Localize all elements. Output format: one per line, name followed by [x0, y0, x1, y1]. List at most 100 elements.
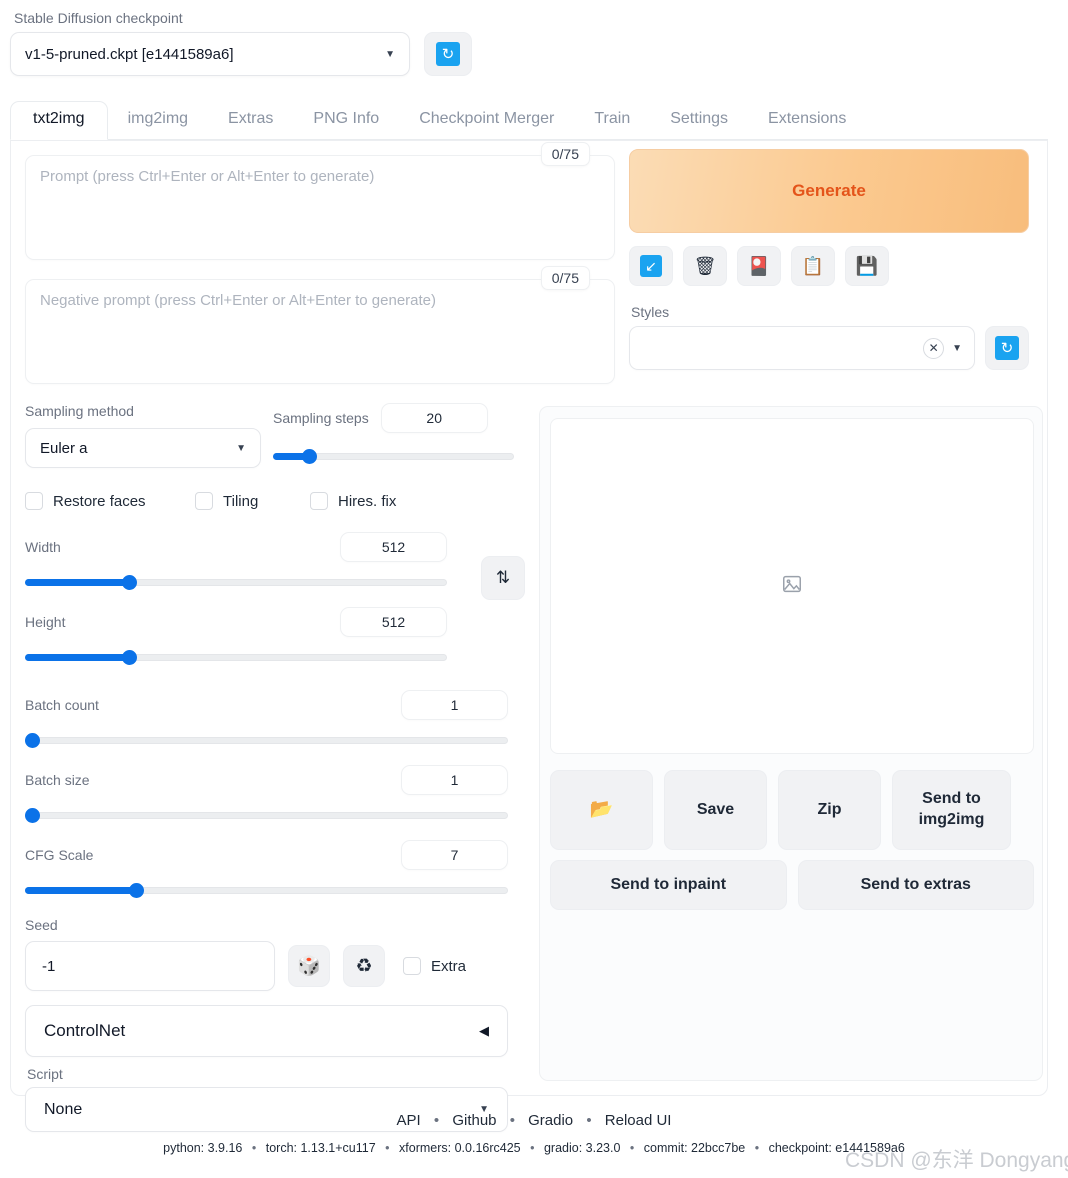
tiling-checkbox-item[interactable]: Tiling: [195, 492, 310, 510]
cfg-scale-slider[interactable]: [25, 883, 508, 898]
slider-knob[interactable]: [25, 808, 40, 823]
separator-dot: •: [251, 1141, 257, 1155]
height-label: Height: [25, 614, 66, 630]
batch-count-slider[interactable]: [25, 733, 508, 748]
create-style-button[interactable]: 💾: [845, 246, 889, 286]
checkpoint-select[interactable]: v1-5-pruned.ckpt [e1441589a6] ▼: [10, 32, 410, 76]
tab-checkpoint-merger[interactable]: Checkpoint Merger: [399, 102, 574, 139]
slider-knob[interactable]: [122, 650, 138, 665]
chevron-down-icon: ▼: [385, 48, 395, 60]
close-icon[interactable]: ✕: [923, 337, 945, 359]
checkbox-icon[interactable]: [310, 492, 328, 510]
cfg-scale-value[interactable]: 7: [401, 840, 508, 870]
sampling-method-select[interactable]: Euler a ▼: [25, 428, 261, 468]
apply-style-button[interactable]: 📋: [791, 246, 835, 286]
sampling-method-label: Sampling method: [25, 403, 134, 419]
floppy-save-icon: 💾: [855, 255, 879, 276]
generate-button[interactable]: Generate: [629, 149, 1029, 233]
footer-versions: python: 3.9.16 • torch: 1.13.1+cu117 • x…: [0, 1141, 1068, 1155]
hires-fix-label: Hires. fix: [338, 492, 397, 510]
sampling-steps-label: Sampling steps: [273, 410, 369, 426]
prompt-textarea[interactable]: 0/75 Prompt (press Ctrl+Enter or Alt+Ent…: [25, 142, 615, 260]
result-buttons-row2: Send to inpaint Send to extras: [550, 860, 1034, 910]
restore-faces-checkbox-item[interactable]: Restore faces: [25, 492, 195, 510]
tab-train[interactable]: Train: [574, 102, 650, 139]
refresh-icon: ↻: [995, 336, 1019, 360]
tab-png-info[interactable]: PNG Info: [293, 102, 399, 139]
controlnet-accordion[interactable]: ControlNet ◀: [25, 1005, 508, 1057]
width-label: Width: [25, 539, 61, 555]
prompt-tool-buttons: ↙ 🗑 🎴 📋 💾: [629, 246, 1035, 286]
separator-dot: •: [433, 1112, 440, 1129]
open-folder-button[interactable]: 📂: [550, 770, 653, 850]
refresh-styles-button[interactable]: ↻: [985, 326, 1029, 370]
slider-fill: [25, 579, 131, 586]
checkpoint-section: Stable Diffusion checkpoint v1-5-pruned.…: [10, 10, 530, 76]
commit-hash: commit: 22bcc7be: [643, 1141, 746, 1155]
gradio-link[interactable]: Gradio: [528, 1112, 573, 1129]
swap-width-height-button[interactable]: ⇅: [481, 556, 525, 600]
zip-button[interactable]: Zip: [778, 770, 881, 850]
dice-icon: 🎲: [297, 956, 321, 977]
extra-checkbox-item[interactable]: Extra: [403, 957, 466, 975]
github-link[interactable]: Github: [452, 1112, 496, 1129]
checkbox-icon[interactable]: [25, 492, 43, 510]
art-card-icon: 🎴: [747, 255, 771, 276]
tab-img2img[interactable]: img2img: [108, 102, 208, 139]
refresh-checkpoints-button[interactable]: ↻: [424, 32, 472, 76]
batch-size-label: Batch size: [25, 772, 90, 788]
gradio-version: gradio: 3.23.0: [543, 1141, 621, 1155]
seed-row: -1 🎲 ♻ Extra: [25, 941, 525, 991]
image-gallery[interactable]: [550, 418, 1034, 754]
checkbox-icon[interactable]: [403, 957, 421, 975]
prompt-token-counter: 0/75: [540, 142, 590, 166]
separator-dot: •: [509, 1112, 515, 1129]
restore-faces-label: Restore faces: [53, 492, 146, 510]
python-version: python: 3.9.16: [163, 1141, 243, 1155]
batch-count-value[interactable]: 1: [401, 690, 508, 720]
swap-arrows-icon: ⇅: [495, 568, 511, 587]
tab-extras[interactable]: Extras: [208, 102, 293, 139]
slider-fill: [25, 654, 131, 661]
tab-extensions[interactable]: Extensions: [748, 102, 866, 139]
checkpoint-hash: checkpoint: e1441589a6: [768, 1141, 905, 1155]
reload-ui-link[interactable]: Reload UI: [605, 1112, 672, 1129]
seed-input[interactable]: -1: [25, 941, 275, 991]
slider-knob[interactable]: [128, 883, 144, 898]
height-slider[interactable]: [25, 650, 447, 665]
save-button[interactable]: Save: [664, 770, 767, 850]
tab-txt2img[interactable]: txt2img: [10, 101, 108, 140]
send-to-inpaint-button[interactable]: Send to inpaint: [550, 860, 787, 910]
controlnet-label: ControlNet: [44, 1021, 126, 1040]
results-panel: 📂 Save Zip Send to img2img Send to inpai…: [539, 406, 1043, 1081]
clear-prompt-button[interactable]: 🗑: [683, 246, 727, 286]
styles-select[interactable]: ✕ ▼: [629, 326, 975, 370]
tab-settings[interactable]: Settings: [650, 102, 748, 139]
reuse-seed-button[interactable]: ♻: [343, 945, 385, 987]
negative-prompt-textarea[interactable]: 0/75 Negative prompt (press Ctrl+Enter o…: [25, 266, 615, 384]
batch-size-value[interactable]: 1: [401, 765, 508, 795]
send-to-img2img-button[interactable]: Send to img2img: [892, 770, 1011, 850]
separator-dot: •: [586, 1112, 592, 1129]
height-value[interactable]: 512: [340, 607, 447, 637]
torch-version: torch: 1.13.1+cu117: [265, 1141, 376, 1155]
checkbox-icon[interactable]: [195, 492, 213, 510]
sampling-steps-slider[interactable]: [273, 449, 514, 464]
tiling-label: Tiling: [223, 492, 259, 510]
width-value[interactable]: 512: [340, 532, 447, 562]
prompt-column: 0/75 Prompt (press Ctrl+Enter or Alt+Ent…: [25, 142, 629, 384]
api-link[interactable]: API: [397, 1112, 421, 1129]
slider-knob[interactable]: [301, 449, 317, 464]
sampling-steps-value[interactable]: 20: [380, 403, 488, 433]
send-to-extras-button[interactable]: Send to extras: [797, 860, 1034, 910]
random-seed-button[interactable]: 🎲: [288, 945, 330, 987]
hires-fix-checkbox-item[interactable]: Hires. fix: [310, 492, 396, 510]
width-slider[interactable]: [25, 575, 447, 590]
slider-knob[interactable]: [25, 733, 40, 748]
batch-size-slider[interactable]: [25, 808, 508, 823]
slider-knob[interactable]: [122, 575, 138, 590]
show-extra-networks-button[interactable]: 🎴: [737, 246, 781, 286]
clipboard-icon: 📋: [801, 255, 825, 276]
restore-progress-button[interactable]: ↙: [629, 246, 673, 286]
sampling-row: Sampling method Euler a ▼ Sampling steps…: [25, 403, 525, 468]
